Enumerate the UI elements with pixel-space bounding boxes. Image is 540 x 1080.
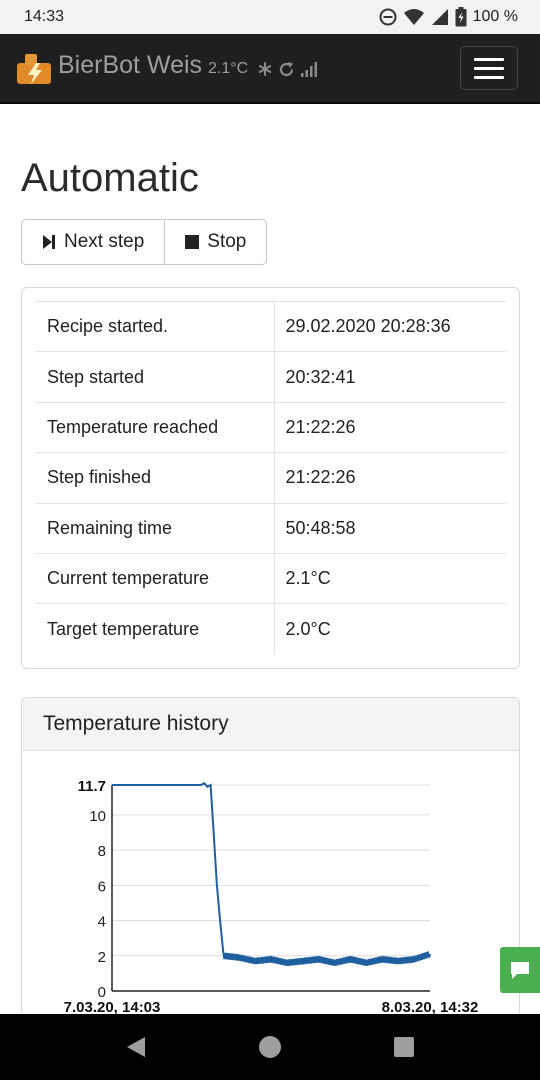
row-label: Recipe started. <box>36 300 275 352</box>
row-label: Current temperature <box>36 552 275 604</box>
chart-area: 0 2 4 6 8 10 11.7 7.03.20, 14:03 8.03.20, 14:32 <box>22 751 519 1026</box>
next-step-button[interactable]: Next step <box>21 219 166 265</box>
row-label: Temperature reached <box>36 401 275 453</box>
row-value: 21:22:26 <box>274 452 506 504</box>
row-label: Target temperature <box>36 603 275 655</box>
brand[interactable]: BierBot Weis 2.1°C <box>16 51 318 85</box>
row-value: 50:48:58 <box>274 502 506 554</box>
recipe-info-table: Recipe started. 29.02.2020 20:28:36 Step… <box>36 300 506 655</box>
stop-label: Stop <box>207 231 247 252</box>
recents-icon[interactable] <box>393 1036 415 1058</box>
row-value: 21:22:26 <box>274 401 506 453</box>
dnd-icon <box>379 8 397 26</box>
chat-icon <box>511 962 529 979</box>
next-step-label: Next step <box>64 231 145 252</box>
y-tick-label: 8 <box>98 843 106 860</box>
card-title: Temperature history <box>43 712 229 735</box>
status-icons: 100 % <box>379 7 518 27</box>
temperature-series-line <box>112 781 431 967</box>
menu-icon-bar <box>474 66 504 70</box>
home-icon[interactable] <box>257 1034 283 1060</box>
logo-icon <box>17 54 51 84</box>
table-row: Recipe started. 29.02.2020 20:28:36 <box>36 300 506 352</box>
stop-button[interactable]: Stop <box>165 219 268 265</box>
back-icon[interactable] <box>125 1035 147 1059</box>
row-label: Step started <box>36 351 275 403</box>
menu-icon-bar <box>474 75 504 79</box>
wifi-icon <box>403 9 424 25</box>
y-tick-label: 6 <box>98 878 106 895</box>
brand-status-icons <box>258 61 318 78</box>
table-row: Temperature reached 21:22:26 <box>36 401 506 453</box>
menu-toggle-button[interactable] <box>460 46 518 90</box>
table-row: Target temperature 2.0°C <box>36 603 506 655</box>
control-button-group: Next step Stop <box>21 219 268 265</box>
android-nav-bar <box>0 1014 540 1080</box>
signal-bars-icon <box>301 62 318 77</box>
row-value: 2.0°C <box>274 603 506 655</box>
table-row: Remaining time 50:48:58 <box>36 502 506 554</box>
row-value: 2.1°C <box>274 552 506 604</box>
brand-temperature: 2.1°C <box>208 60 249 77</box>
stop-icon <box>185 235 200 249</box>
temperature-history-card: Temperature history 0 2 4 6 8 10 11.7 7.03.20, … <box>21 697 520 1027</box>
battery-icon <box>455 7 467 27</box>
y-max-label: 11.7 <box>78 778 106 795</box>
row-label: Remaining time <box>36 502 275 554</box>
y-tick-label: 4 <box>98 914 106 931</box>
refresh-icon <box>280 61 294 76</box>
table-row: Step started 20:32:41 <box>36 351 506 403</box>
row-label: Step finished <box>36 452 275 504</box>
brand-title: BierBot Weis <box>58 51 203 79</box>
y-tick-label: 2 <box>98 949 106 966</box>
table-row: Current temperature 2.1°C <box>36 552 506 604</box>
row-value: 20:32:41 <box>274 351 506 403</box>
table-row: Step finished 21:22:26 <box>36 452 506 504</box>
y-tick-label: 10 <box>89 808 106 825</box>
battery-percentage: 100 % <box>472 8 518 25</box>
status-bar: 14:33 100 % <box>0 0 540 34</box>
app-navbar: BierBot Weis 2.1°C <box>0 34 540 104</box>
signal-icon <box>431 9 448 25</box>
skip-forward-icon <box>43 235 55 249</box>
recipe-info-card: Recipe started. 29.02.2020 20:28:36 Step… <box>21 287 520 669</box>
chat-button[interactable] <box>500 947 540 993</box>
row-value: 29.02.2020 20:28:36 <box>274 300 506 352</box>
status-time: 14:33 <box>24 8 65 25</box>
temperature-chart: 024681011.77.03.20, 14:03 8.03.20, 14:32 <box>64 778 479 1016</box>
page-title: Automatic <box>21 156 199 200</box>
menu-icon-bar <box>474 57 504 61</box>
card-header: Temperature history <box>22 698 519 751</box>
cooling-icon <box>259 62 272 76</box>
